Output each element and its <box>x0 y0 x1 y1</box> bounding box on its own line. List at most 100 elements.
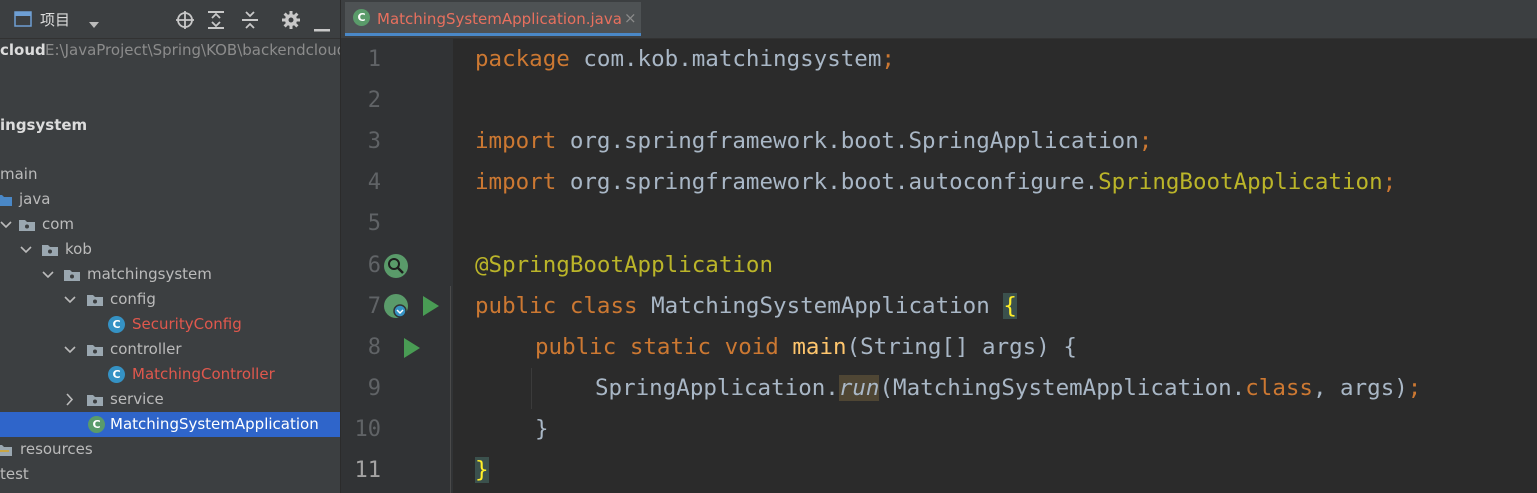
indent-guide <box>531 368 532 409</box>
code-token: public static void <box>535 334 779 360</box>
dropdown-icon[interactable] <box>88 14 100 33</box>
root-module-path: E:\JavaProject\Spring\KOB\backendcloud <box>45 41 340 59</box>
tree-row-kob[interactable]: kob <box>0 237 340 262</box>
code-token: (MatchingSystemApplication. <box>879 375 1246 401</box>
spring-boot-class-icon: C <box>353 9 370 26</box>
view-selector-label[interactable]: 项目 <box>40 9 70 30</box>
minimize-icon[interactable] <box>314 18 330 37</box>
code-token: } <box>475 457 489 483</box>
source-folder-icon <box>0 195 12 206</box>
line-number: 7 <box>367 294 381 319</box>
line-number: 9 <box>367 376 381 401</box>
tree-row-controller[interactable]: controller <box>0 337 340 362</box>
tree-row-matchingsystem-module[interactable]: ingsystem <box>0 113 340 138</box>
tree-label: SecurityConfig <box>132 315 242 333</box>
line-number: 10 <box>354 417 382 442</box>
code-token: } <box>535 416 549 442</box>
code-line-1: package com.kob.matchingsystem; <box>475 39 895 80</box>
code-line-9: SpringApplication.run(MatchingSystemAppl… <box>595 368 1421 409</box>
tree-label: ingsystem <box>0 116 88 134</box>
tab-matchingsystemapplication[interactable]: C MatchingSystemApplication.java × <box>345 2 641 36</box>
spring-bean-icon[interactable] <box>383 293 411 321</box>
code-token: run <box>838 375 880 401</box>
tree-row-matchingsystemapplication[interactable]: C MatchingSystemApplication <box>0 412 340 437</box>
root-module-name: cloud <box>0 41 46 59</box>
code-token: com.kob.matchingsystem <box>569 46 882 72</box>
tab-label: MatchingSystemApplication.java <box>377 10 622 28</box>
line-number: 8 <box>367 335 381 360</box>
code-line-11: } <box>475 450 489 491</box>
code-token: (String[] args) { <box>846 334 1077 360</box>
tree-row-matchingcontroller[interactable]: C MatchingController <box>0 362 340 387</box>
package-icon <box>64 270 80 281</box>
class-icon: C <box>108 366 125 383</box>
code-line-7: public class MatchingSystemApplication { <box>475 286 1017 327</box>
code-token: , args) <box>1312 375 1408 401</box>
tree-label: com <box>42 215 75 233</box>
locate-icon[interactable] <box>175 10 195 34</box>
code-token: ; <box>881 46 895 72</box>
tree-row-java[interactable]: java <box>0 187 340 212</box>
package-icon <box>42 245 58 256</box>
chevron-down-icon[interactable] <box>0 212 12 237</box>
tree-row-com[interactable]: com <box>0 212 340 237</box>
editor-tab-bar: C MatchingSystemApplication.java × <box>341 0 1537 39</box>
tree-row-securityconfig[interactable]: C SecurityConfig <box>0 312 340 337</box>
run-icon[interactable] <box>402 337 422 359</box>
line-number: 11 <box>354 458 382 483</box>
tree-row-test[interactable]: test <box>0 462 340 487</box>
tree-row-main[interactable]: main <box>0 162 340 187</box>
code-token: ; <box>1382 169 1397 195</box>
project-panel: 项目 cloud E:\JavaProject\Spring\KOB\backe… <box>0 0 340 493</box>
tree-row-config[interactable]: config <box>0 287 340 312</box>
chevron-down-icon[interactable] <box>64 287 76 312</box>
code-token: public class <box>475 293 638 319</box>
tree-label: config <box>110 290 156 308</box>
project-toolbar: 项目 <box>0 0 340 39</box>
tree-label: controller <box>110 340 182 358</box>
package-icon <box>87 395 103 406</box>
chevron-down-icon[interactable] <box>20 237 32 262</box>
chevron-down-icon[interactable] <box>64 337 76 362</box>
resources-folder-icon <box>0 445 12 456</box>
tree-label: matchingsystem <box>87 265 212 283</box>
code-token: org.springframework.boot.autoconfigure. <box>556 169 1099 195</box>
tree-label: test <box>0 465 29 483</box>
code-token: MatchingSystemApplication <box>637 293 1004 319</box>
tree-label: MatchingController <box>132 365 275 383</box>
code-token: org.springframework.boot.SpringApplicati… <box>556 128 1139 154</box>
expand-all-icon[interactable] <box>206 10 226 34</box>
code-token: SpringApplication. <box>595 375 839 401</box>
tree-row-resources[interactable]: resources <box>0 437 340 462</box>
tree-row-matchingsystem[interactable]: matchingsystem <box>0 262 340 287</box>
settings-icon[interactable] <box>281 10 301 34</box>
code-token: ; <box>1407 375 1422 401</box>
chevron-down-icon[interactable] <box>42 262 54 287</box>
code-token: package <box>475 46 570 72</box>
chevron-right-icon[interactable] <box>64 387 76 412</box>
run-icon[interactable] <box>421 295 441 317</box>
line-number: 6 <box>367 253 381 278</box>
code-editor[interactable]: package com.kob.matchingsystem; import o… <box>453 39 1537 493</box>
code-line-6: @SpringBootApplication <box>475 245 773 286</box>
code-line-3: import org.springframework.boot.SpringAp… <box>475 121 1152 162</box>
code-token: ; <box>1138 128 1153 154</box>
collapse-all-icon[interactable] <box>240 10 260 34</box>
tree-row-service[interactable]: service <box>0 387 340 412</box>
line-number: 5 <box>367 211 381 236</box>
code-line-4: import org.springframework.boot.autoconf… <box>475 162 1396 203</box>
tree-row-root[interactable]: cloud E:\JavaProject\Spring\KOB\backendc… <box>0 38 340 63</box>
tree-label: java <box>19 190 51 208</box>
spring-bean-search-icon[interactable] <box>383 253 409 279</box>
code-token: { <box>1003 293 1017 319</box>
code-token: import <box>475 169 557 195</box>
package-icon <box>87 345 103 356</box>
tree-label: main <box>0 165 38 183</box>
close-icon[interactable]: × <box>624 9 637 27</box>
line-number: 3 <box>367 129 381 154</box>
brace-scope-line <box>450 286 451 493</box>
class-icon: C <box>108 316 125 333</box>
window-icon[interactable] <box>14 11 32 31</box>
line-number: 4 <box>367 170 381 195</box>
tree-label: kob <box>65 240 92 258</box>
